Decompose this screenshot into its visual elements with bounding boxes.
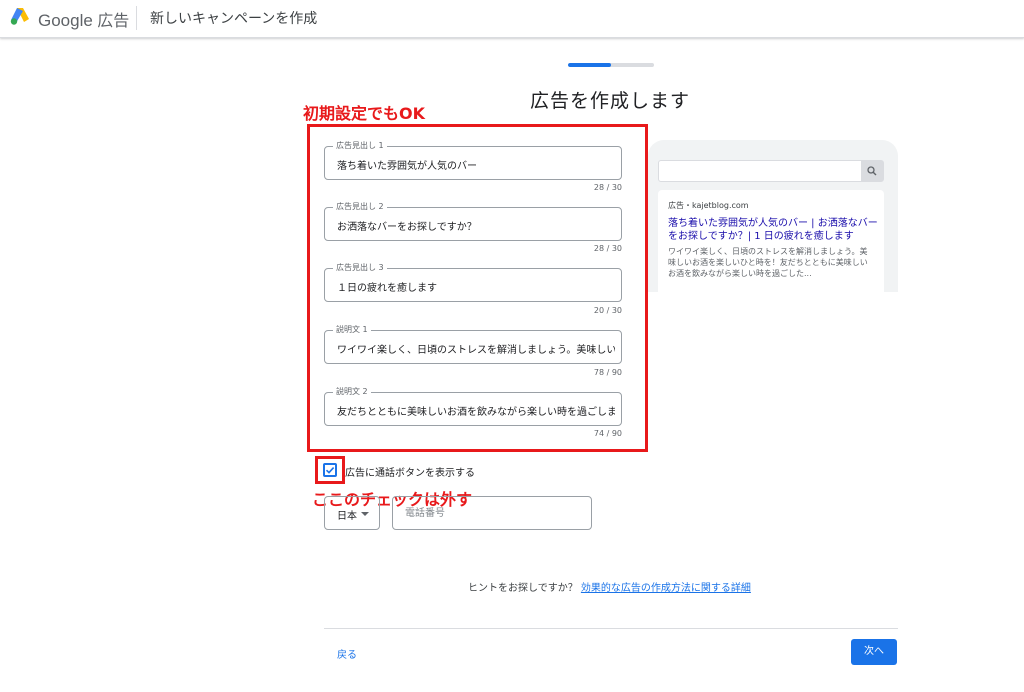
description-1-value: ワイワイ楽しく、日頃のストレスを解消しましょう。美味しい: [337, 345, 615, 356]
headline-2-label: 広告見出し 2: [333, 201, 387, 212]
description-1-field[interactable]: 説明文 1 ワイワイ楽しく、日頃のストレスを解消しましょう。美味しい: [324, 324, 622, 364]
checkmark-icon: [325, 467, 335, 474]
back-button[interactable]: 戻る: [337, 646, 357, 661]
country-select[interactable]: 日本: [324, 496, 380, 530]
preview-search-button: [861, 161, 883, 181]
header-title: 新しいキャンペーンを作成: [150, 11, 318, 27]
brand-google: Google: [38, 11, 93, 30]
annotation-default-ok: 初期設定でもOK: [303, 104, 426, 123]
description-2-count: 74 / 90: [593, 429, 622, 438]
hint-text: ヒントをお探しですか？ 効果的な広告の作成方法に関する詳細: [468, 579, 751, 594]
description-2-label: 説明文 2: [333, 386, 371, 397]
next-button[interactable]: 次へ: [851, 639, 897, 665]
description-1-label: 説明文 1: [333, 324, 371, 335]
headline-2-field[interactable]: 広告見出し 2 お洒落なバーをお探しですか？: [324, 201, 622, 241]
headline-2-count: 28 / 30: [593, 244, 622, 253]
headline-3-value: １日の疲れを癒します: [337, 283, 437, 294]
footer-divider: [324, 628, 898, 629]
brand-product: 広告: [97, 13, 130, 30]
phone-number-field[interactable]: [392, 496, 592, 530]
description-2-field[interactable]: 説明文 2 友だちとともに美味しいお酒を飲みながら楽しい時を過ごしま: [324, 386, 622, 426]
headline-1-value: 落ち着いた雰囲気が人気のバー: [337, 161, 477, 172]
headline-1-label: 広告見出し 1: [333, 140, 387, 151]
brand-name: Google 広告: [38, 7, 129, 31]
headline-3-count: 20 / 30: [593, 306, 622, 315]
headline-3-label: 広告見出し 3: [333, 262, 387, 273]
preview-ad-url: 広告・kajetblog.com: [668, 201, 749, 210]
phone-number-input[interactable]: [405, 505, 585, 521]
country-value: 日本: [337, 511, 357, 522]
headline-2-value: お洒落なバーをお探しですか？: [337, 222, 477, 233]
description-2-value: 友だちとともに美味しいお酒を飲みながら楽しい時を過ごしま: [337, 407, 615, 418]
caret-down-icon: [361, 512, 369, 516]
ad-preview: 広告・kajetblog.com 落ち着いた雰囲気が人気のバー | お洒落なバー…: [648, 140, 898, 292]
hint-question: ヒントをお探しですか？: [468, 583, 578, 594]
call-button-checkbox[interactable]: [323, 463, 337, 477]
google-ads-logo-icon[interactable]: [10, 7, 30, 25]
preview-ad-description: ワイワイ楽しく、日頃のストレスを解消しましょう。美味しいお酒を楽しいひと時を！友…: [668, 247, 868, 278]
step-progress-bar: [568, 63, 654, 67]
description-1-count: 78 / 90: [593, 368, 622, 377]
preview-search-bar: [658, 160, 884, 182]
top-bar: Google 広告 新しいキャンペーンを作成: [0, 0, 1024, 38]
preview-ad-headline: 落ち着いた雰囲気が人気のバー | お洒落なバーをお探しですか？| 1 日の疲れを…: [668, 218, 878, 242]
headline-3-field[interactable]: 広告見出し 3 １日の疲れを癒します: [324, 262, 622, 302]
headline-1-count: 28 / 30: [593, 183, 622, 192]
preview-ad-card: 広告・kajetblog.com 落ち着いた雰囲気が人気のバー | お洒落なバー…: [658, 190, 884, 292]
headline-1-field[interactable]: 広告見出し 1 落ち着いた雰囲気が人気のバー: [324, 140, 622, 180]
step-progress-fill: [568, 63, 611, 67]
hint-link[interactable]: 効果的な広告の作成方法に関する詳細: [581, 583, 751, 594]
search-icon: [867, 166, 877, 176]
call-button-label: 広告に通話ボタンを表示する: [345, 468, 475, 479]
header-divider: [136, 6, 137, 30]
page-title: 広告を作成します: [529, 90, 690, 112]
